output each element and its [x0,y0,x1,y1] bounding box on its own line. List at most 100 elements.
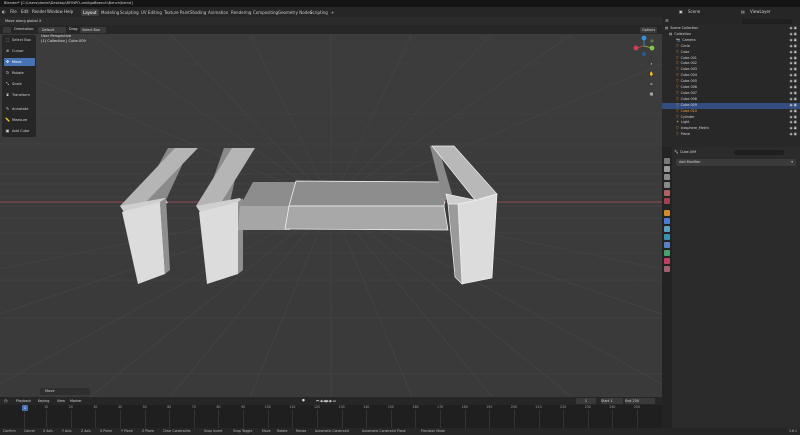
render-props-icon[interactable] [664,166,670,172]
current-frame-field[interactable]: 1 [576,398,596,404]
drag-select[interactable]: Select Box [80,26,106,33]
camera-view-icon[interactable]: ⌂ [648,80,655,87]
start-frame-field[interactable]: Start 1 [601,398,623,404]
ruler-tick-label: 20 [68,405,73,409]
properties-search-input[interactable] [734,150,784,155]
tab-uv-editing[interactable]: UV Editing [139,9,164,16]
output-props-icon[interactable] [664,174,670,180]
menu-render[interactable]: Render [32,7,46,17]
ruler-tick-line [120,410,121,428]
outliner-item-label: Circle [680,43,691,48]
outliner-editor-icon[interactable]: ☰ [665,17,669,25]
tool-props-icon[interactable] [664,158,670,164]
gizmo-z[interactable] [641,35,647,41]
blender-logo-icon[interactable]: ◐ [2,7,6,17]
ruler-tick-line [440,410,441,428]
orientation-select[interactable]: Default [38,26,66,33]
view-name: User Perspective [41,34,72,38]
view-layer-selector[interactable]: ViewLayer [750,7,771,17]
outliner-item-label: Cube.005 [680,79,697,84]
texture-props-icon[interactable] [664,266,670,272]
timeline-ruler[interactable]: 1102030405060708090100110120130140150160… [0,405,662,428]
tool-cursor[interactable]: ⊕ Cursor [4,47,35,55]
object-props-icon[interactable] [664,210,670,216]
end-frame-field[interactable]: End 250 [625,398,655,404]
viewport-nav-buttons: ⌕ ✋ ⌂ ▦ [648,60,658,100]
tool-transform[interactable]: ⧈ Transform [4,91,35,99]
viewport-scene[interactable] [0,34,662,397]
timeline-menu-view[interactable]: View [57,397,65,405]
outliner-item-plane[interactable]: ▽ Plane ◉ ▣ [662,132,800,138]
timeline-menu-keying[interactable]: Keying [38,397,49,405]
mesh-icon: ▽ [676,132,679,137]
ruler-tick-line [341,410,343,428]
menu-help[interactable]: Help [64,7,73,17]
ruler-tick-label: 140 [363,405,370,409]
menu-file[interactable]: File [10,7,17,17]
outliner-item-label: Plane [680,132,690,137]
visibility-toggle-icon[interactable]: ◉ ▣ [790,132,797,138]
outliner-search-input[interactable] [742,18,792,24]
3d-viewport[interactable]: User Perspective (1) Collection | Cube.0… [0,34,662,397]
data-props-icon[interactable] [664,250,670,256]
menu-edit[interactable]: Edit [21,7,29,17]
timeline-menu-marker[interactable]: Marker [70,397,82,405]
physics-props-icon[interactable] [664,234,670,240]
status-hint: X Axis [43,429,53,433]
add-modifier-button[interactable]: Add Modifier ▾ [676,159,796,166]
tool-icon-button[interactable] [3,26,11,33]
playback-controls[interactable]: ⏮◀◀▶▶⏭ [316,398,356,404]
ruler-tick-line [46,410,47,428]
gizmo-x[interactable] [633,45,639,51]
tool-move[interactable]: ✥ Move [4,58,35,66]
status-hint: Cancel [24,429,35,433]
zoom-icon[interactable]: ⌕ [648,60,655,67]
tab-rendering[interactable]: Rendering [229,9,253,16]
options-button[interactable]: Options [640,26,658,33]
playhead[interactable]: 1 [22,405,28,411]
bench-seat[interactable] [238,180,449,231]
timeline-menu-playback[interactable]: Playback [16,397,31,405]
tool-add-cube[interactable]: ▣ Add Cube [4,127,35,135]
add-workspace-button[interactable]: + [329,9,336,16]
scene-selector[interactable]: Scene [688,7,700,17]
record-icon[interactable]: ● [302,398,306,403]
tab-scripting[interactable]: Scripting [308,9,330,16]
status-hint: Snap Toggle [233,429,253,433]
annotate-icon: ✎ [5,106,10,111]
ruler-tick-line [538,410,540,428]
tool-measure[interactable]: 📏 Measure [4,116,35,124]
blender-version: 3.6.1 [788,429,797,433]
mesh-icon: ▽ [676,61,679,66]
constraints-props-icon[interactable] [664,242,670,248]
scene-props-icon[interactable] [664,190,670,196]
timeline[interactable]: ◷ Playback Keying View Marker ● ⏮◀◀▶▶⏭ 1… [0,397,662,428]
tool-annotate[interactable]: ✎ Annotate [4,105,35,113]
particles-props-icon[interactable] [664,226,670,232]
world-props-icon[interactable] [664,198,670,204]
ruler-tick-label: 180 [461,405,468,409]
modifier-props-icon[interactable] [664,218,670,224]
add-cube-icon: ▣ [5,128,10,133]
last-operator-panel[interactable]: Move [40,388,90,395]
collection-path: (1) Collection | Cube.009 [41,39,86,43]
tab-sculpting[interactable]: Sculpting [118,9,141,16]
navigation-gizmo[interactable] [633,35,655,57]
view-layer-props-icon[interactable] [664,182,670,188]
gizmo-y[interactable] [649,45,655,51]
tool-select-box[interactable]: ⬚ Select Box [4,36,35,44]
mesh-icon: ▽ [676,102,679,107]
timeline-editor-icon[interactable]: ◷ [4,397,8,405]
outliner-item-label: Icosphere_Metric [680,126,710,131]
grid-view-icon[interactable]: ▦ [648,90,655,97]
light-icon: ☀ [676,120,680,125]
status-hint: Y Plane [121,429,133,433]
material-props-icon[interactable] [664,258,670,264]
tab-animation[interactable]: Animation [206,9,230,16]
tool-scale[interactable]: ⤡ Scale [4,80,35,88]
pan-hand-icon[interactable]: ✋ [648,70,655,77]
outliner[interactable]: ▤ Scene Collection ◉ ▣ ▤ Collection ◉ ▣ 📷 Camer… [662,25,800,147]
tool-rotate[interactable]: ↻ Rotate [4,69,35,77]
tab-layout[interactable]: Layout [81,8,99,16]
menu-window[interactable]: Window [47,7,63,17]
